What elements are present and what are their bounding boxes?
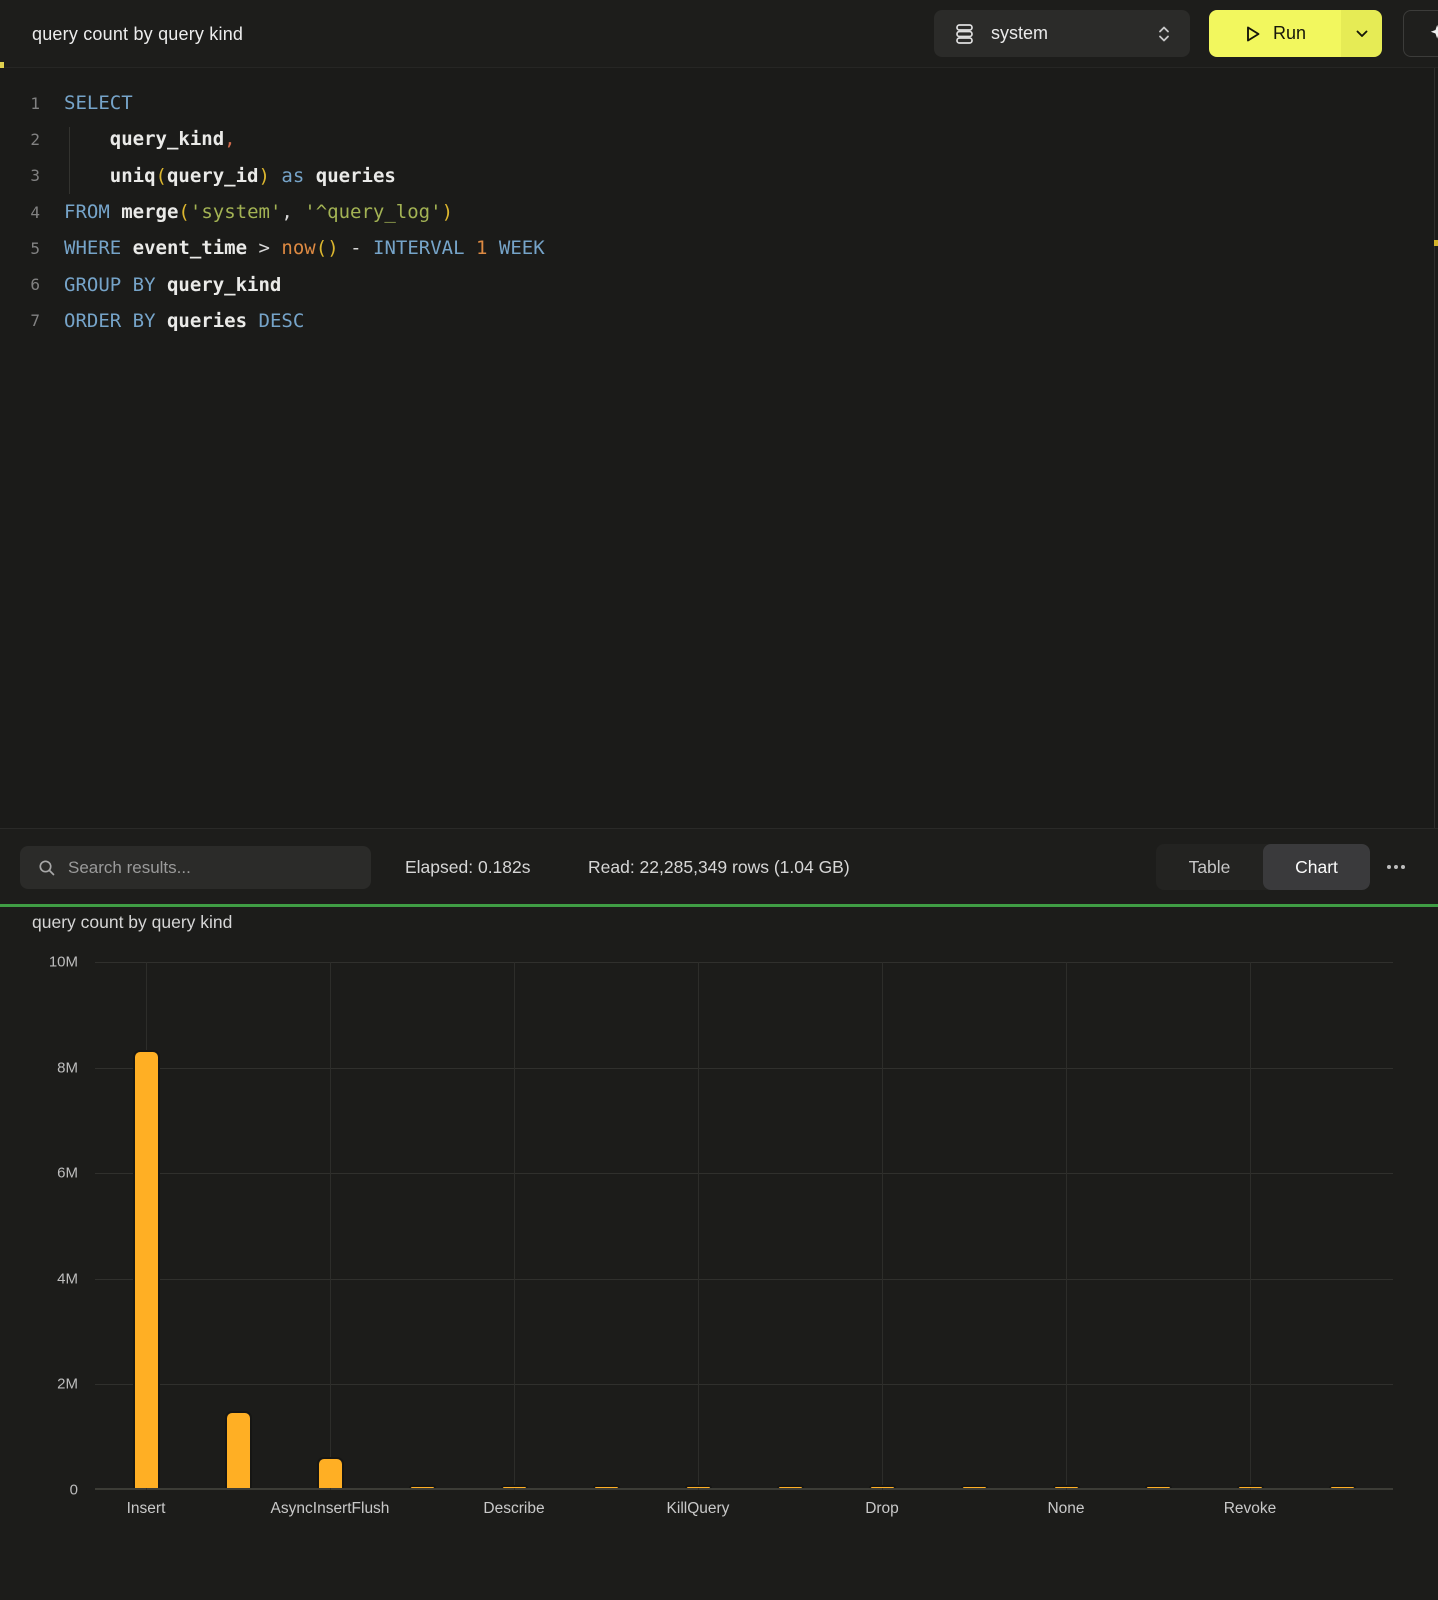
tab-chart[interactable]: Chart [1263,844,1370,890]
bar-category-4 [409,1485,436,1488]
x-axis-label: Describe [483,1500,544,1518]
results-toolbar: Elapsed: 0.182s Read: 22,285,349 rows (1… [0,828,1438,904]
code-lines: 1SELECT2 query_kind,3 uniq(query_id) as … [0,85,1438,339]
bar-None [1053,1485,1080,1488]
top-bar: query count by query kind system [0,0,1438,68]
bar-category-6 [593,1485,620,1488]
view-toggle: Table Chart [1156,844,1370,890]
bar-chart: 02M4M6M8M10MInsertAsyncInsertFlushDescri… [95,962,1393,1490]
x-axis-label: Revoke [1224,1500,1277,1518]
x-gridline [330,962,331,1490]
database-selector[interactable]: system [934,10,1190,57]
run-button-label: Run [1273,23,1306,44]
line-number: 1 [0,94,40,113]
bar-Insert [133,1050,160,1488]
bar-category-12 [1145,1485,1172,1488]
more-options-button[interactable] [1383,857,1409,877]
x-axis-label: KillQuery [667,1500,730,1518]
code-line: 7ORDER BY queries DESC [0,303,1438,339]
search-input[interactable] [68,858,357,878]
y-gridline [95,1279,1393,1280]
y-axis-label: 8M [57,1059,78,1076]
sparkle-icon [1428,23,1438,45]
editor-scrollbar[interactable] [1434,68,1438,828]
run-button[interactable]: Run [1209,10,1341,57]
bar-Describe [501,1485,528,1488]
sql-editor[interactable]: 1SELECT2 query_kind,3 uniq(query_id) as … [0,68,1438,828]
y-gridline [95,1173,1393,1174]
y-axis-label: 10M [49,954,78,971]
x-axis-label: AsyncInsertFlush [271,1500,390,1518]
database-selector-value: system [991,23,1048,44]
bar-category-10 [961,1485,988,1488]
run-split-button: Run [1209,10,1382,57]
code-line: 6GROUP BY query_kind [0,266,1438,302]
chart-title: query count by query kind [32,912,232,933]
y-axis-label: 4M [57,1270,78,1287]
code-line: 5WHERE event_time > now() - INTERVAL 1 W… [0,230,1438,266]
top-bar-actions: system Run [934,10,1438,57]
code-line: 2 query_kind, [0,121,1438,157]
line-number: 4 [0,203,40,222]
y-axis-label: 0 [70,1482,78,1499]
updown-chevron-icon [1156,25,1172,43]
code-line: 4FROM merge('system', '^query_log') [0,194,1438,230]
line-number: 2 [0,130,40,149]
line-number: 3 [0,166,40,185]
bar-Revoke [1237,1485,1264,1488]
bar-AsyncInsertFlush [317,1457,344,1488]
x-gridline [698,962,699,1490]
bar-Drop [869,1485,896,1488]
line-number: 5 [0,239,40,258]
bar-KillQuery [685,1485,712,1488]
x-gridline [882,962,883,1490]
play-icon [1244,24,1262,44]
indent-guide [69,127,70,194]
y-gridline [95,1068,1393,1069]
elapsed-stat: Elapsed: 0.182s [405,829,531,905]
ellipsis-icon [1387,865,1405,869]
x-axis-label: None [1047,1500,1084,1518]
bar-category-14 [1329,1485,1356,1488]
read-stat: Read: 22,285,349 rows (1.04 GB) [588,829,850,905]
ai-assist-button[interactable] [1403,10,1438,57]
chart-panel: query count by query kind 02M4M6M8M10MIn… [0,907,1438,1600]
y-gridline [95,1384,1393,1385]
code-line: 1SELECT [0,85,1438,121]
y-axis-label: 6M [57,1165,78,1182]
tab-table[interactable]: Table [1156,844,1263,890]
run-options-button[interactable] [1341,10,1382,57]
x-gridline [1250,962,1251,1490]
search-results-box[interactable] [20,846,371,889]
line-number: 6 [0,275,40,294]
code-line: 3 uniq(query_id) as queries [0,158,1438,194]
x-axis-label: Insert [127,1500,166,1518]
x-gridline [1066,962,1067,1490]
database-icon [954,23,975,45]
line-number: 7 [0,311,40,330]
y-gridline [95,962,1393,963]
chevron-down-icon [1355,29,1369,39]
search-icon [38,859,56,877]
bar-category-8 [777,1485,804,1488]
x-axis-label: Drop [865,1500,899,1518]
bar-category-2 [225,1411,252,1488]
query-title: query count by query kind [32,0,243,68]
y-axis-label: 2M [57,1376,78,1393]
x-gridline [514,962,515,1490]
scrollbar-warning-marker [1434,240,1438,246]
